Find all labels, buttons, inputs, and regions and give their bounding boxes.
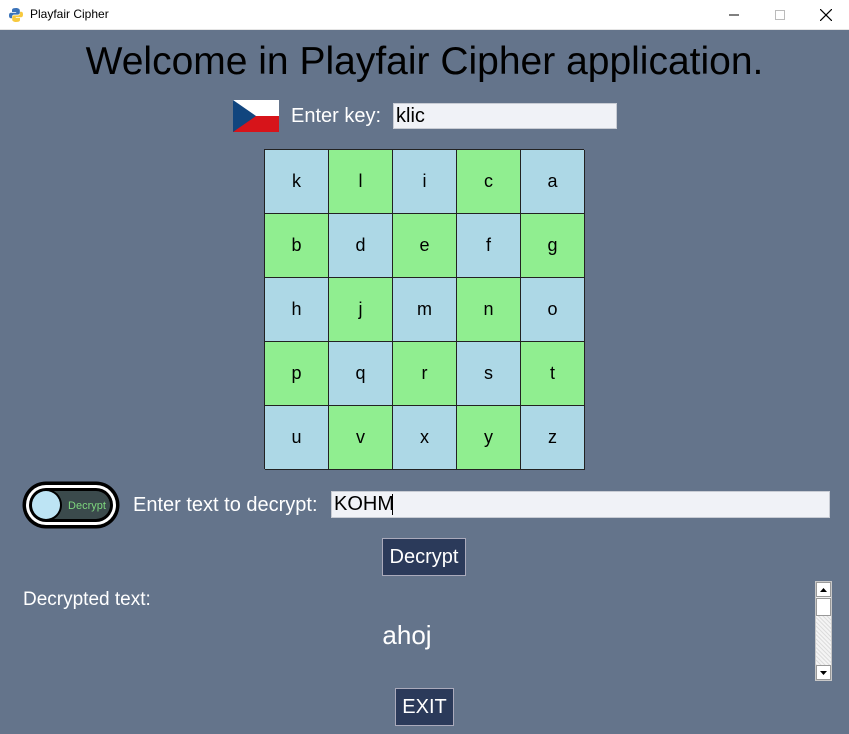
text-cursor: [392, 494, 393, 515]
minimize-icon: [729, 14, 739, 16]
exit-button[interactable]: EXIT: [395, 688, 454, 726]
grid-cell: i: [393, 150, 457, 214]
grid-cell: x: [393, 406, 457, 470]
text-input-label: Enter text to decrypt:: [133, 494, 318, 516]
decrypt-button[interactable]: Decrypt: [382, 538, 466, 576]
grid-cell: m: [393, 278, 457, 342]
grid-cell: r: [393, 342, 457, 406]
text-input[interactable]: [331, 491, 830, 518]
grid-cell: p: [265, 342, 329, 406]
scroll-thumb[interactable]: [816, 598, 831, 616]
grid-cell: n: [457, 278, 521, 342]
grid-cell: q: [329, 342, 393, 406]
grid-cell: t: [521, 342, 585, 406]
grid-cell: l: [329, 150, 393, 214]
scroll-down-button[interactable]: [816, 665, 831, 680]
result-text: ahoj: [382, 620, 432, 650]
result-label: Decrypted text:: [23, 589, 151, 610]
arrow-down-icon: [820, 670, 827, 675]
window-title: Playfair Cipher: [30, 7, 109, 21]
grid-cell: c: [457, 150, 521, 214]
czech-flag-icon[interactable]: [233, 100, 279, 132]
close-icon: [820, 9, 832, 21]
arrow-up-icon: [820, 587, 827, 592]
grid-cell: e: [393, 214, 457, 278]
key-label: Enter key:: [291, 105, 382, 127]
toggle-label: Decrypt: [68, 500, 106, 512]
scroll-up-button[interactable]: [816, 582, 831, 597]
grid-cell: v: [329, 406, 393, 470]
title-bar: Playfair Cipher: [0, 0, 849, 30]
grid-cell: g: [521, 214, 585, 278]
scroll-track[interactable]: [816, 616, 831, 665]
grid-cell: h: [265, 278, 329, 342]
maximize-button[interactable]: [757, 0, 803, 30]
grid-cell: f: [457, 214, 521, 278]
page-title: Welcome in Playfair Cipher application.: [85, 40, 764, 83]
mode-toggle[interactable]: Decrypt: [21, 480, 121, 530]
grid-cell: d: [329, 214, 393, 278]
maximize-icon: [775, 10, 785, 20]
close-button[interactable]: [803, 0, 849, 30]
python-icon: [9, 8, 23, 22]
cipher-grid: klica bdefg hjmno pqrst uvxyz: [264, 149, 585, 470]
grid-cell: a: [521, 150, 585, 214]
result-scrollbar[interactable]: [815, 581, 832, 681]
grid-cell: u: [265, 406, 329, 470]
grid-cell: o: [521, 278, 585, 342]
app-window: Welcome in Playfair Cipher application. …: [0, 30, 849, 734]
grid-cell: s: [457, 342, 521, 406]
grid-cell: y: [457, 406, 521, 470]
minimize-button[interactable]: [711, 0, 757, 30]
grid-cell: z: [521, 406, 585, 470]
key-input[interactable]: [393, 103, 617, 129]
grid-cell: k: [265, 150, 329, 214]
grid-cell: j: [329, 278, 393, 342]
grid-cell: b: [265, 214, 329, 278]
